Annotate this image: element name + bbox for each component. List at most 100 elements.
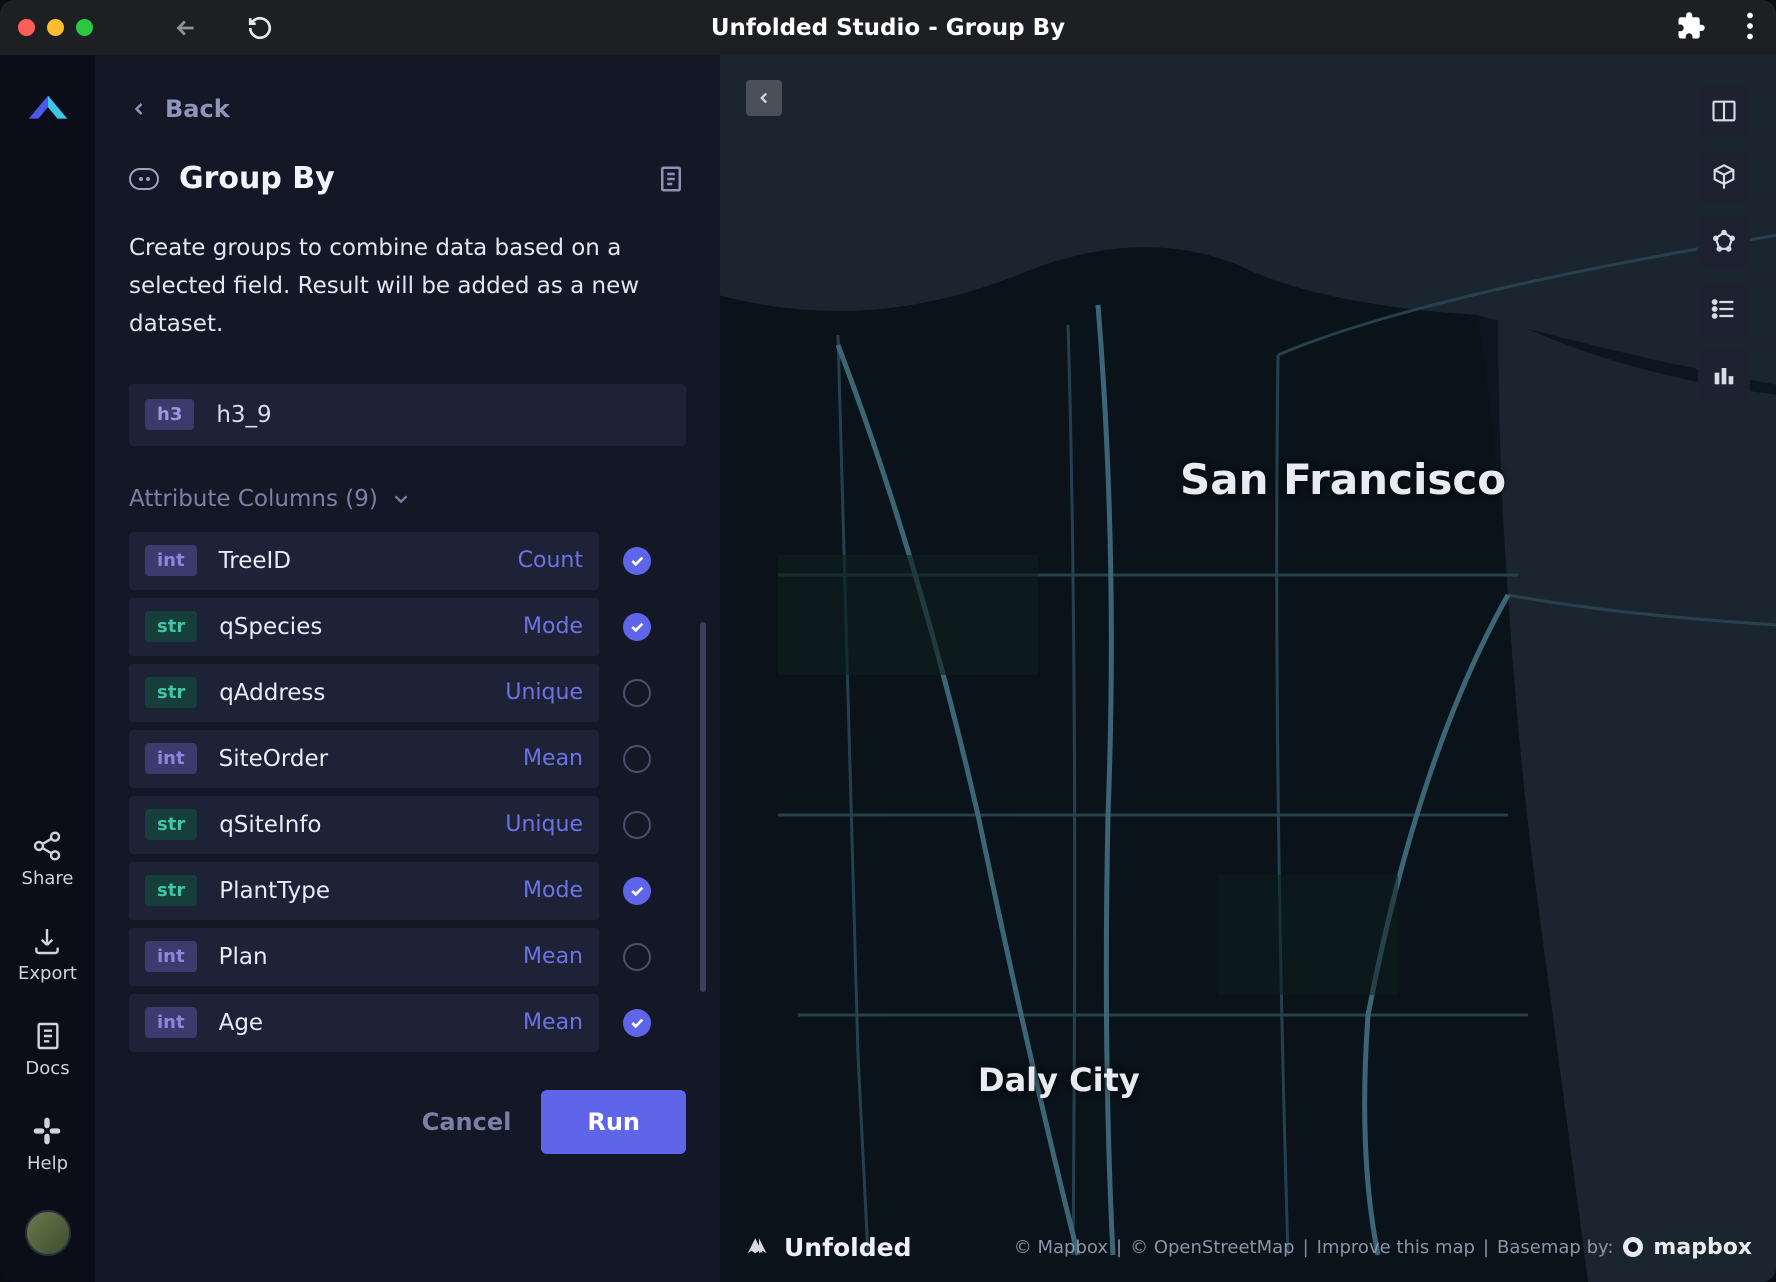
map[interactable]: San Francisco Daly City	[720, 55, 1776, 1282]
attr-checkbox[interactable]	[623, 811, 651, 839]
attr-checkbox[interactable]	[623, 1009, 651, 1037]
attr-checkbox[interactable]	[623, 745, 651, 773]
cancel-button[interactable]: Cancel	[414, 1092, 520, 1152]
attr-type-badge: str	[145, 875, 197, 906]
download-icon	[31, 925, 63, 957]
rail-docs[interactable]: Docs	[25, 1020, 69, 1079]
attr-type-badge: int	[145, 743, 197, 774]
map-tool-split[interactable]	[1698, 85, 1750, 137]
attribute-select[interactable]: str qSiteInfo Unique	[129, 796, 599, 854]
attribute-select[interactable]: int TreeID Count	[129, 532, 599, 590]
attr-name: Age	[219, 1010, 263, 1036]
attr-aggregation[interactable]: Mean	[523, 746, 583, 771]
attribute-select[interactable]: str qAddress Unique	[129, 664, 599, 722]
attr-aggregation[interactable]: Count	[518, 548, 583, 573]
rail-help[interactable]: Help	[27, 1115, 68, 1174]
attribute-row: int Plan Mean	[129, 928, 686, 986]
attrib-mapbox[interactable]: © Mapbox	[1014, 1237, 1108, 1258]
field-name: h3_9	[216, 402, 271, 428]
attr-type-badge: int	[145, 545, 197, 576]
mapbox-icon	[1621, 1235, 1645, 1259]
attr-aggregation[interactable]: Unique	[505, 680, 583, 705]
split-view-icon	[1710, 97, 1738, 125]
attr-aggregation[interactable]: Mean	[523, 944, 583, 969]
window-title: Unfolded Studio - Group By	[0, 15, 1776, 41]
attr-checkbox[interactable]	[623, 547, 651, 575]
unfolded-icon	[744, 1232, 774, 1262]
attribute-row: int TreeID Count	[129, 532, 686, 590]
attr-aggregation[interactable]: Unique	[505, 812, 583, 837]
chevron-left-icon	[755, 89, 773, 107]
back-label: Back	[165, 95, 230, 123]
scrollbar[interactable]	[700, 622, 706, 992]
titlebar: Unfolded Studio - Group By	[0, 0, 1776, 55]
map-tool-chart[interactable]	[1698, 349, 1750, 401]
attribute-select[interactable]: int SiteOrder Mean	[129, 730, 599, 788]
panel-doc-icon[interactable]	[656, 164, 686, 194]
extensions-icon[interactable]	[1676, 11, 1706, 45]
attr-checkbox[interactable]	[623, 877, 651, 905]
rail-help-label: Help	[27, 1153, 68, 1174]
attribute-select[interactable]: str qSpecies Mode	[129, 598, 599, 656]
attribute-columns-header[interactable]: Attribute Columns (9)	[129, 486, 686, 512]
attr-type-badge: str	[145, 809, 197, 840]
attr-name: Plan	[219, 944, 268, 970]
rail-share[interactable]: Share	[22, 830, 74, 889]
chevron-left-icon	[129, 99, 149, 119]
user-avatar[interactable]	[25, 1210, 71, 1256]
mapbox-name: mapbox	[1653, 1235, 1752, 1260]
unfolded-brand: Unfolded	[784, 1233, 911, 1262]
slack-icon	[31, 1115, 63, 1147]
map-tool-legend[interactable]	[1698, 283, 1750, 335]
attr-type-badge: int	[145, 1007, 197, 1038]
app-logo	[25, 89, 71, 129]
back-button[interactable]: Back	[129, 95, 686, 123]
attribute-select[interactable]: int Age Mean	[129, 994, 599, 1052]
panel-title: Group By	[179, 161, 335, 196]
attr-name: TreeID	[219, 548, 291, 574]
collapse-panel-button[interactable]	[746, 80, 782, 116]
left-rail: Share Export Docs Help	[0, 55, 95, 1282]
map-label-sf: San Francisco	[1180, 455, 1506, 504]
cube-icon	[1710, 163, 1738, 191]
attr-name: SiteOrder	[219, 746, 329, 772]
rail-export-label: Export	[18, 963, 77, 984]
attribute-row: str PlantType Mode	[129, 862, 686, 920]
attribute-row: int Age Mean	[129, 994, 686, 1052]
attr-aggregation[interactable]: Mode	[523, 878, 583, 903]
rail-export[interactable]: Export	[18, 925, 77, 984]
attrib-improve[interactable]: Improve this map	[1317, 1237, 1475, 1258]
attr-name: qSiteInfo	[219, 812, 321, 838]
attribute-row: str qAddress Unique	[129, 664, 686, 722]
groupby-field-select[interactable]: h3 h3_9	[129, 384, 686, 446]
field-type-badge: h3	[145, 399, 194, 430]
kebab-menu-icon[interactable]	[1746, 12, 1754, 44]
attr-name: PlantType	[219, 878, 330, 904]
panel-description: Create groups to combine data based on a…	[129, 230, 649, 344]
attrib-osm[interactable]: © OpenStreetMap	[1130, 1237, 1294, 1258]
attr-type-badge: int	[145, 941, 197, 972]
map-tools	[1698, 85, 1750, 401]
rail-docs-label: Docs	[25, 1058, 69, 1079]
unfolded-logo: Unfolded	[744, 1232, 911, 1262]
share-icon	[31, 830, 63, 862]
list-icon	[1710, 295, 1738, 323]
bar-chart-icon	[1710, 361, 1738, 389]
attr-checkbox[interactable]	[623, 943, 651, 971]
attr-checkbox[interactable]	[623, 613, 651, 641]
mapbox-badge[interactable]: mapbox	[1621, 1235, 1752, 1260]
map-tool-geocode[interactable]	[1698, 217, 1750, 269]
attribute-row: int SiteOrder Mean	[129, 730, 686, 788]
attr-aggregation[interactable]: Mode	[523, 614, 583, 639]
run-button[interactable]: Run	[541, 1090, 686, 1154]
attr-name: qAddress	[219, 680, 325, 706]
attr-aggregation[interactable]: Mean	[523, 1010, 583, 1035]
map-tool-3d[interactable]	[1698, 151, 1750, 203]
attribute-select[interactable]: int Plan Mean	[129, 928, 599, 986]
map-label-daly: Daly City	[978, 1061, 1140, 1099]
attr-checkbox[interactable]	[623, 679, 651, 707]
attribute-list: int TreeID Count str qSpecies Mode str q…	[129, 532, 686, 1052]
attribute-select[interactable]: str PlantType Mode	[129, 862, 599, 920]
map-canvas	[720, 55, 1776, 1282]
attrib-basemap: Basemap by:	[1497, 1237, 1613, 1258]
